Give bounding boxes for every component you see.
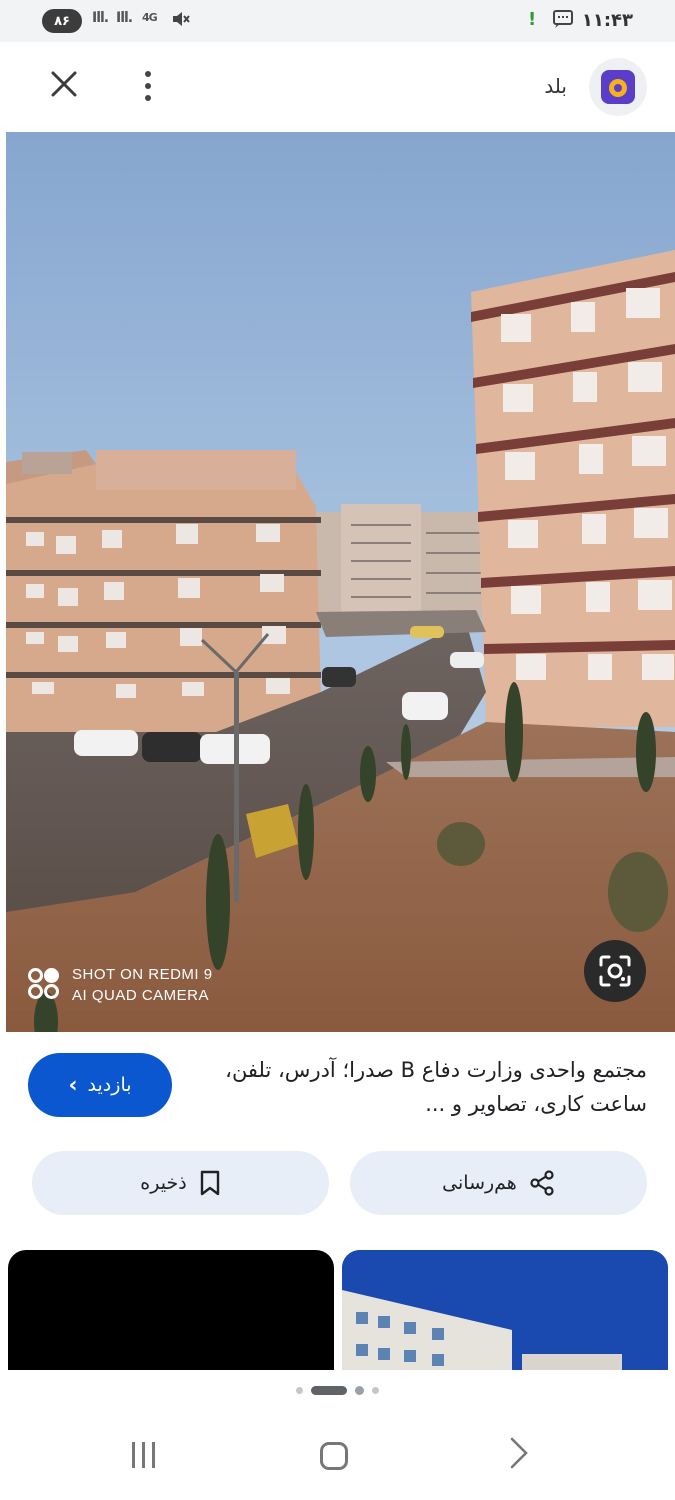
share-button[interactable]: هم‌رسانی [350, 1151, 647, 1215]
alert-icon: ! [528, 9, 537, 30]
top-header: بلد [0, 42, 675, 132]
lens-search-button[interactable] [584, 940, 646, 1002]
apartment-complex-photo [6, 132, 675, 1032]
chevron-right-icon [510, 1437, 528, 1469]
share-label: هم‌رسانی [442, 1172, 517, 1194]
main-image[interactable]: SHOT ON REDMI 9 AI QUAD CAMERA [6, 132, 675, 1032]
page-dot [296, 1387, 303, 1394]
lens-icon [599, 955, 631, 987]
bookmark-icon [200, 1170, 219, 1196]
camera-logo-icon [28, 968, 62, 1002]
close-button[interactable] [44, 64, 84, 104]
result-title[interactable]: مجتمع واحدی وزارت دفاع B صدرا؛ آدرس، تلف… [207, 1053, 647, 1121]
related-image-thumbnail[interactable] [342, 1250, 668, 1370]
status-bar: ۸۶ Ill. Ill. 4G ! ۱۱:۴۳ [0, 0, 675, 42]
carousel-pagination [0, 1386, 675, 1395]
balad-logo-icon [601, 70, 635, 104]
message-icon [552, 9, 574, 34]
source-site-logo[interactable] [589, 58, 647, 116]
signal-icon: Ill. [92, 10, 109, 26]
close-icon [51, 71, 77, 97]
save-label: ذخیره [140, 1172, 187, 1194]
home-button[interactable] [320, 1442, 348, 1470]
clock: ۱۱:۴۳ [581, 10, 633, 31]
watermark-line-1: SHOT ON REDMI 9 [72, 966, 213, 983]
more-dot-icon [145, 71, 151, 77]
back-button[interactable] [508, 1436, 530, 1479]
recent-apps-button[interactable] [132, 1442, 155, 1468]
visit-label: بازدید [87, 1074, 132, 1096]
source-site-name[interactable]: بلد [544, 74, 567, 98]
save-button[interactable]: ذخیره [32, 1151, 329, 1215]
share-icon [530, 1170, 554, 1196]
system-nav-bar [0, 1412, 675, 1500]
building-thumbnail-image [342, 1250, 668, 1370]
battery-indicator: ۸۶ [42, 9, 82, 33]
chevron-left-icon: ‹ [68, 1072, 78, 1098]
page-dot-active [311, 1386, 347, 1395]
more-dot-icon [145, 83, 151, 89]
signal-icon-2: Ill. [116, 10, 133, 26]
mute-icon [170, 9, 190, 34]
more-options-button[interactable] [132, 64, 164, 108]
network-type: 4G [142, 11, 158, 24]
related-image-thumbnail[interactable] [8, 1250, 334, 1370]
more-dot-icon [145, 95, 151, 101]
page-dot [355, 1386, 364, 1395]
camera-watermark: SHOT ON REDMI 9 AI QUAD CAMERA [28, 964, 213, 1006]
page-dot [372, 1387, 379, 1394]
visit-button[interactable]: ‹ بازدید [28, 1053, 172, 1117]
watermark-line-2: AI QUAD CAMERA [72, 987, 210, 1004]
